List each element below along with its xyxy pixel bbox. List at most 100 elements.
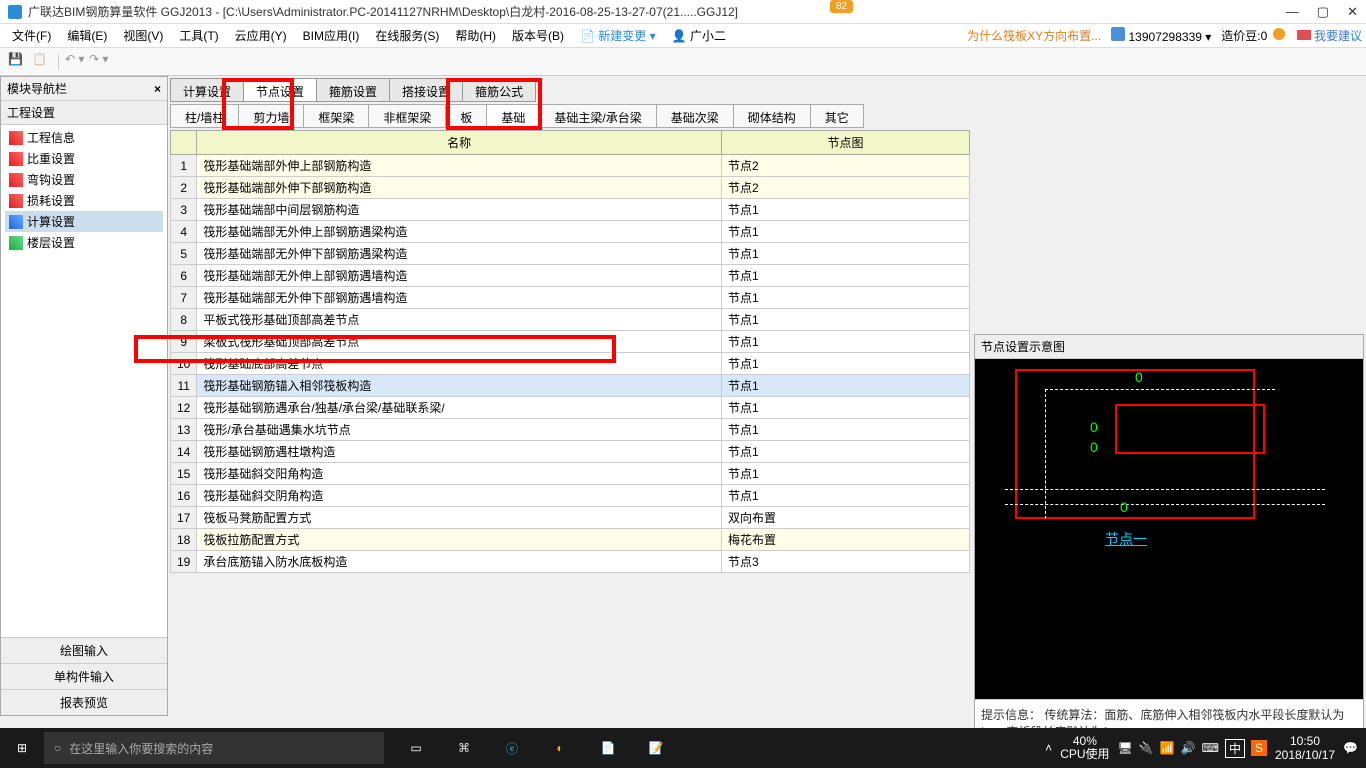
menu-file[interactable]: 文件(F) xyxy=(4,25,59,46)
subtab-framebeam[interactable]: 框架梁 xyxy=(303,104,369,128)
tree-item-floor[interactable]: 楼层设置 xyxy=(5,232,163,253)
table-row[interactable]: 19承台底筋锚入防水底板构造节点3 xyxy=(171,551,970,573)
nav-single-input[interactable]: 单构件输入 xyxy=(1,663,167,689)
subtab-foundation[interactable]: 基础 xyxy=(486,104,540,128)
table-row[interactable]: 7筏形基础端部无外伸下部钢筋遇墙构造节点1 xyxy=(171,287,970,309)
table-row[interactable]: 8平板式筏形基础顶部高差节点节点1 xyxy=(171,309,970,331)
content-area: 计算设置 节点设置 箍筋设置 搭接设置 箍筋公式 柱/墙柱 剪力墙 框架梁 非框… xyxy=(168,76,1366,716)
tab-stirrup-formula[interactable]: 箍筋公式 xyxy=(462,78,536,102)
table-row[interactable]: 13筏形/承台基础遇集水坑节点节点1 xyxy=(171,419,970,441)
cpu-label: CPU使用 xyxy=(1060,748,1109,761)
tree-item-calc[interactable]: 计算设置 xyxy=(5,211,163,232)
table-row[interactable]: 15筏形基础斜交阳角构造节点1 xyxy=(171,463,970,485)
tray-icon-1[interactable]: 🖥 xyxy=(1118,741,1133,755)
tree-item-hook[interactable]: 弯钩设置 xyxy=(5,169,163,190)
redo-icon[interactable]: ↷ ▾ xyxy=(89,52,109,72)
table-row[interactable]: 16筏形基础斜交阴角构造节点1 xyxy=(171,485,970,507)
tree-item-weight[interactable]: 比重设置 xyxy=(5,148,163,169)
table-row[interactable]: 3筏形基础端部中间层钢筋构造节点1 xyxy=(171,199,970,221)
diagram-label[interactable]: 节点一 xyxy=(1105,529,1147,549)
taskbar-app-3[interactable]: ◐ xyxy=(538,728,582,768)
taskbar-app-5[interactable]: 📝 xyxy=(634,728,678,768)
table-row[interactable]: 5筏形基础端部无外伸下部钢筋遇梁构造节点1 xyxy=(171,243,970,265)
diagram-panel: 节点设置示意图 0 0 0 0 节点一 提示信息： 传统算法：面筋、底筋伸入相邻… xyxy=(974,334,1364,762)
tray-keyboard-icon[interactable]: ⌨ xyxy=(1202,741,1219,755)
taskbar-clock[interactable]: 10:50 2018/10/17 xyxy=(1275,734,1335,762)
tab-calc-settings[interactable]: 计算设置 xyxy=(170,78,244,102)
subtab-nonframebeam[interactable]: 非框架梁 xyxy=(368,104,446,128)
nav-panel: 模块导航栏 × 工程设置 工程信息 比重设置 弯钩设置 损耗设置 计算设置 楼层… xyxy=(0,76,168,716)
table-row[interactable]: 6筏形基础端部无外伸上部钢筋遇墙构造节点1 xyxy=(171,265,970,287)
search-placeholder: 在这里输入你要搜索的内容 xyxy=(69,740,213,757)
subtab-other[interactable]: 其它 xyxy=(810,104,864,128)
subtab-foundation-mainbeam[interactable]: 基础主梁/承台梁 xyxy=(539,104,656,128)
maximize-button[interactable]: ▢ xyxy=(1317,4,1329,20)
subtab-foundation-subbeam[interactable]: 基础次梁 xyxy=(656,104,734,128)
menu-tools[interactable]: 工具(T) xyxy=(171,25,226,46)
tree-item-loss[interactable]: 损耗设置 xyxy=(5,190,163,211)
diagram-canvas[interactable]: 0 0 0 0 节点一 xyxy=(975,359,1363,699)
nav-report[interactable]: 报表预览 xyxy=(1,689,167,715)
tray-network-icon[interactable]: 📶 xyxy=(1160,741,1175,755)
tray-volume-icon[interactable]: 🔊 xyxy=(1181,741,1196,755)
menu-edit[interactable]: 编辑(E) xyxy=(59,25,115,46)
bean-count[interactable]: 造价豆:0 xyxy=(1221,27,1286,44)
subtab-shearwall[interactable]: 剪力墙 xyxy=(238,104,304,128)
tray-icon-2[interactable]: 🔌 xyxy=(1139,741,1154,755)
sub-tabs: 柱/墙柱 剪力墙 框架梁 非框架梁 板 基础 基础主梁/承台梁 基础次梁 砌体结… xyxy=(170,104,1364,128)
subtab-column[interactable]: 柱/墙柱 xyxy=(170,104,239,128)
undo-icon[interactable]: ↶ ▾ xyxy=(65,52,85,72)
phone-info[interactable]: 13907298339 ▾ xyxy=(1111,27,1211,44)
taskbar-app-1[interactable]: ⌘ xyxy=(442,728,486,768)
tray-ime-icon[interactable]: 中 xyxy=(1225,739,1245,758)
node-table[interactable]: 名称 节点图 1筏形基础端部外伸上部钢筋构造节点22筏形基础端部外伸下部钢筋构造… xyxy=(170,130,970,573)
suggest-link[interactable]: 我要建议 xyxy=(1297,27,1362,44)
new-change[interactable]: 📄 新建变更 ▾ xyxy=(572,25,664,46)
taskbar-app-4[interactable]: 📄 xyxy=(586,728,630,768)
start-button[interactable]: ⊞ xyxy=(0,728,44,768)
save-icon[interactable]: 💾 xyxy=(8,52,28,72)
close-button[interactable]: ✕ xyxy=(1347,4,1358,20)
table-row[interactable]: 17筏板马凳筋配置方式双向布置 xyxy=(171,507,970,529)
notification-center-icon[interactable]: 💬 xyxy=(1343,741,1358,755)
menu-cloud[interactable]: 云应用(Y) xyxy=(227,25,295,46)
app-icon xyxy=(8,5,22,19)
tray-sogou-icon[interactable]: S xyxy=(1251,740,1267,756)
menu-view[interactable]: 视图(V) xyxy=(115,25,171,46)
col-name[interactable]: 名称 xyxy=(197,131,722,155)
table-row[interactable]: 1筏形基础端部外伸上部钢筋构造节点2 xyxy=(171,155,970,177)
taskbar: ⊞ ○ 在这里输入你要搜索的内容 ▭ ⌘ ⓔ ◐ 📄 📝 ˄ 40% CPU使用… xyxy=(0,728,1366,768)
table-row[interactable]: 4筏形基础端部无外伸上部钢筋遇梁构造节点1 xyxy=(171,221,970,243)
subtab-masonry[interactable]: 砌体结构 xyxy=(733,104,811,128)
nav-section-project[interactable]: 工程设置 xyxy=(1,101,167,125)
menu-help[interactable]: 帮助(H) xyxy=(447,25,504,46)
table-row[interactable]: 11筏形基础钢筋锚入相邻筏板构造节点1 xyxy=(171,375,970,397)
table-row[interactable]: 9梁板式筏形基础顶部高差节点节点1 xyxy=(171,331,970,353)
table-row[interactable]: 2筏形基础端部外伸下部钢筋构造节点2 xyxy=(171,177,970,199)
diagram-header: 节点设置示意图 xyxy=(975,335,1363,359)
task-view-icon[interactable]: ▭ xyxy=(394,728,438,768)
subtab-slab[interactable]: 板 xyxy=(445,104,487,128)
search-box[interactable]: ○ 在这里输入你要搜索的内容 xyxy=(44,732,384,764)
col-node[interactable]: 节点图 xyxy=(722,131,970,155)
tree-item-project-info[interactable]: 工程信息 xyxy=(5,127,163,148)
minimize-button[interactable]: — xyxy=(1286,4,1299,20)
tab-lap-settings[interactable]: 搭接设置 xyxy=(389,78,463,102)
menu-online[interactable]: 在线服务(S) xyxy=(367,25,447,46)
user-info[interactable]: 👤 广小二 xyxy=(664,25,734,46)
tray-chevron-icon[interactable]: ˄ xyxy=(1045,741,1052,755)
notification-badge[interactable]: 82 xyxy=(830,0,853,13)
table-row[interactable]: 14筏形基础钢筋遇柱墩构造节点1 xyxy=(171,441,970,463)
table-row[interactable]: 18筏板拉筋配置方式梅花布置 xyxy=(171,529,970,551)
nav-close-icon[interactable]: × xyxy=(154,82,161,96)
taskbar-edge[interactable]: ⓔ xyxy=(490,728,534,768)
copy-icon[interactable]: 📋 xyxy=(32,52,52,72)
menu-bim[interactable]: BIM应用(I) xyxy=(295,25,368,46)
tab-stirrup-settings[interactable]: 箍筋设置 xyxy=(316,78,390,102)
nav-draw-input[interactable]: 绘图输入 xyxy=(1,637,167,663)
menu-version[interactable]: 版本号(B) xyxy=(504,25,572,46)
warning-link[interactable]: 为什么筏板XY方向布置... xyxy=(967,27,1101,44)
tab-node-settings[interactable]: 节点设置 xyxy=(243,78,317,102)
table-row[interactable]: 12筏形基础钢筋遇承台/独基/承台梁/基础联系梁/节点1 xyxy=(171,397,970,419)
table-row[interactable]: 10筏形基础底部高差节点节点1 xyxy=(171,353,970,375)
